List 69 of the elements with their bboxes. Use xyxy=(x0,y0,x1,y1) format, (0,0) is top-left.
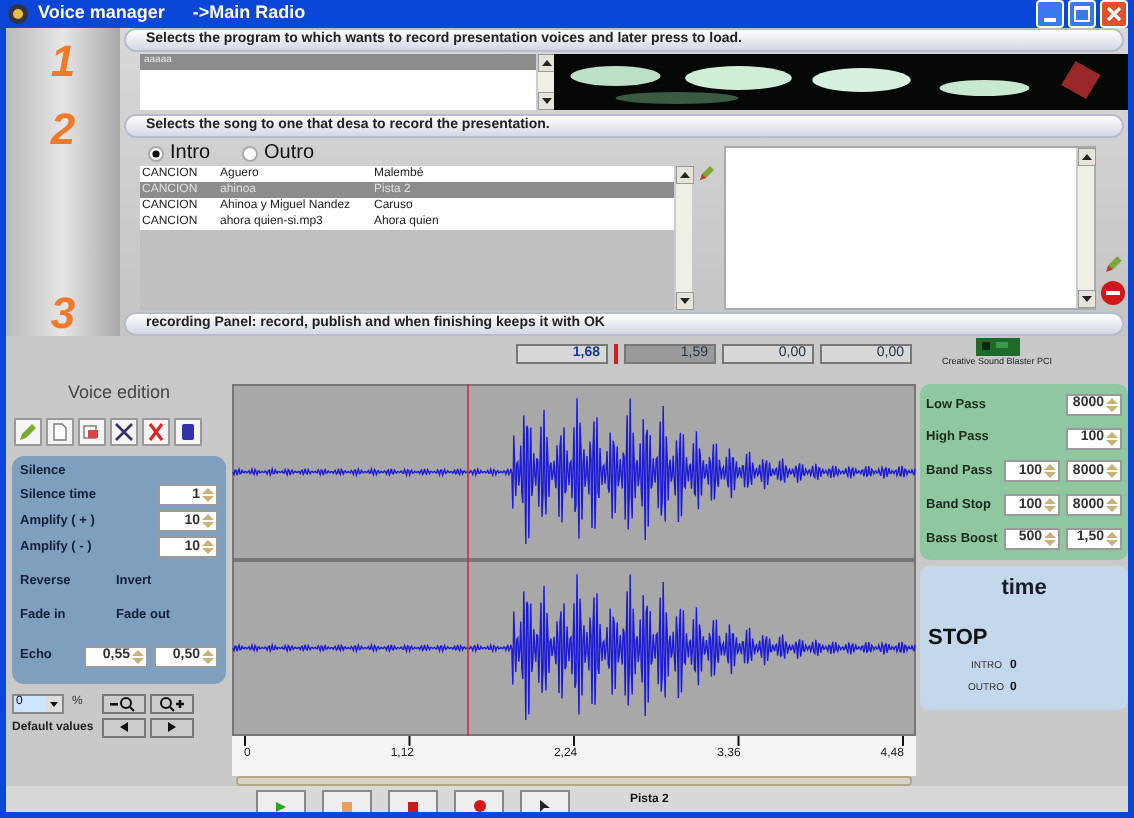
pencil-icon[interactable] xyxy=(1103,254,1123,274)
spin-arrows-icon[interactable] xyxy=(1106,395,1118,414)
spin-arrows-icon[interactable] xyxy=(202,647,214,666)
spin-arrows-icon[interactable] xyxy=(1106,496,1118,515)
spin-arrows-icon[interactable] xyxy=(1044,530,1056,549)
spin-arrows-icon[interactable] xyxy=(202,538,214,557)
right-arrow-icon xyxy=(167,722,176,732)
zoom-in-button[interactable] xyxy=(149,693,194,713)
document-icon[interactable] xyxy=(46,417,74,445)
select-button[interactable] xyxy=(520,790,570,812)
window-title: Voice manager xyxy=(38,0,165,27)
spin-arrows-icon[interactable] xyxy=(1106,462,1118,481)
scroll-down-icon[interactable] xyxy=(676,292,694,310)
close-icon xyxy=(1106,6,1122,22)
horizontal-scrollbar[interactable] xyxy=(236,776,912,786)
copy-icon[interactable] xyxy=(78,417,106,445)
spin-arrows-icon[interactable] xyxy=(202,486,214,505)
radio-option[interactable]: Intro xyxy=(148,138,211,168)
zoom-in-icon xyxy=(157,695,186,711)
cursor-icon xyxy=(540,800,550,812)
spin-arrows-icon[interactable] xyxy=(1044,496,1056,515)
radio-option[interactable]: Outro xyxy=(242,138,315,168)
scroll-up-icon[interactable] xyxy=(1078,148,1096,166)
step-number: 1 xyxy=(50,34,76,90)
square-icon xyxy=(342,802,352,812)
close-button[interactable] xyxy=(1100,0,1128,28)
sound-card-icon xyxy=(975,338,1020,357)
app-icon xyxy=(6,2,30,26)
next-button[interactable] xyxy=(149,717,194,737)
spin-arrows-icon[interactable] xyxy=(202,512,214,531)
radio-icon[interactable] xyxy=(148,145,164,161)
previous-button[interactable] xyxy=(101,717,146,737)
record-icon xyxy=(473,800,485,812)
play-button[interactable] xyxy=(256,790,306,812)
pencil-tool-icon[interactable] xyxy=(14,417,42,445)
time-title: time xyxy=(999,574,1049,604)
left-arrow-icon xyxy=(119,722,128,732)
window-subtitle: ->Main Radio xyxy=(192,0,306,27)
cut-icon[interactable] xyxy=(110,417,138,445)
scroll-up-icon[interactable] xyxy=(676,166,694,184)
zoom-out-icon xyxy=(109,695,138,711)
step-number: 2 xyxy=(50,102,76,158)
scrollbar[interactable] xyxy=(674,166,692,310)
scrollbar[interactable] xyxy=(1076,148,1094,308)
radio-icon[interactable] xyxy=(242,145,259,161)
stop-button[interactable] xyxy=(388,790,438,812)
spin-arrows-icon[interactable] xyxy=(132,647,144,666)
save-icon[interactable] xyxy=(174,417,202,445)
position-marker-icon xyxy=(614,344,618,364)
minimize-icon xyxy=(1044,18,1056,22)
dropdown-icon[interactable] xyxy=(46,695,62,711)
zoom-out-button[interactable] xyxy=(101,693,146,713)
stop-icon xyxy=(408,802,418,812)
pause-button[interactable] xyxy=(322,790,372,812)
scroll-down-icon[interactable] xyxy=(1078,290,1096,308)
spin-arrows-icon[interactable] xyxy=(1106,530,1118,549)
maximize-icon xyxy=(1074,6,1090,22)
play-icon xyxy=(276,802,286,812)
record-button[interactable] xyxy=(454,790,504,812)
scrollbar[interactable] xyxy=(536,54,554,110)
spin-arrows-icon[interactable] xyxy=(1106,429,1118,448)
playback-state: STOP xyxy=(928,623,990,653)
section-title: Voice edition xyxy=(65,380,173,406)
step-number: 3 xyxy=(50,286,76,342)
maximize-button[interactable] xyxy=(1068,0,1096,28)
minimize-button[interactable] xyxy=(1036,0,1064,28)
delete-icon[interactable] xyxy=(142,417,170,445)
spin-arrows-icon[interactable] xyxy=(1044,462,1056,481)
stop-sign-icon[interactable] xyxy=(1100,280,1126,306)
